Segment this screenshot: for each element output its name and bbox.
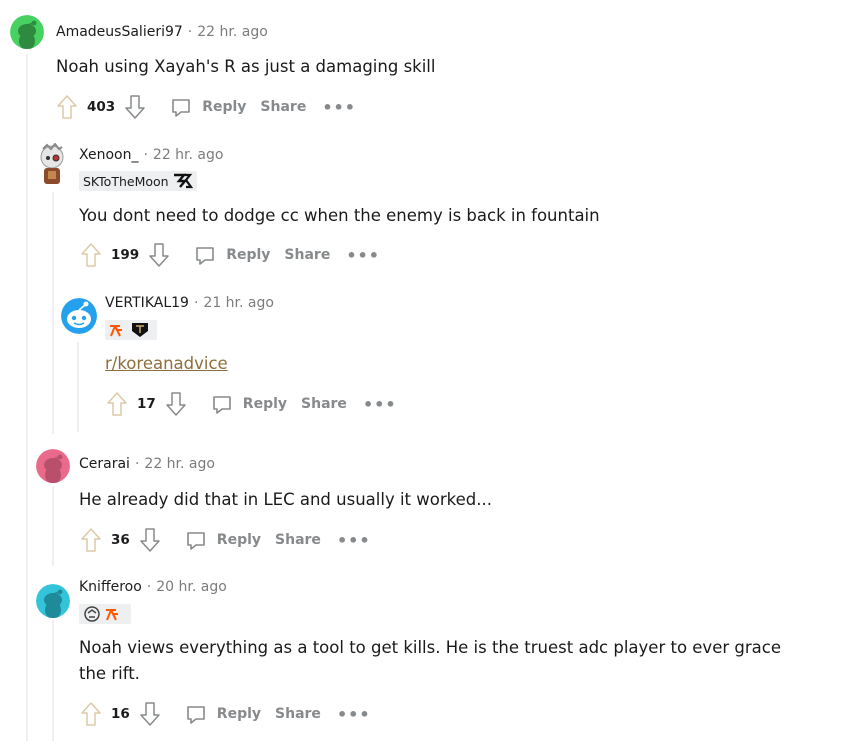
- subreddit-link[interactable]: r/koreanadvice: [105, 354, 228, 373]
- avatar[interactable]: [35, 143, 71, 187]
- comment-body: r/koreanadvice: [105, 351, 228, 377]
- downvote-icon[interactable]: [164, 390, 188, 418]
- reply-button[interactable]: Reply: [184, 702, 261, 726]
- user-flair: SKToTheMoon: [79, 171, 197, 191]
- comment-bubble-icon: [196, 247, 214, 265]
- avatar[interactable]: [61, 298, 97, 334]
- comment-bubble-icon: [172, 99, 190, 117]
- reply-button[interactable]: Reply: [193, 243, 270, 267]
- author-name[interactable]: VERTIKAL19: [105, 295, 189, 311]
- comment-body-line: the rift.: [79, 664, 140, 683]
- thread-line[interactable]: [26, 54, 28, 741]
- share-button[interactable]: Share: [284, 247, 330, 263]
- thread-line[interactable]: [52, 192, 54, 434]
- more-options-icon[interactable]: •••: [363, 395, 397, 414]
- comment-body: Noah views everything as a tool to get k…: [79, 635, 781, 687]
- author-name[interactable]: Xenoon_: [79, 147, 138, 163]
- user-flair: [79, 604, 131, 624]
- more-options-icon[interactable]: •••: [337, 705, 371, 724]
- upvote-icon[interactable]: [105, 390, 129, 418]
- avatar[interactable]: [10, 15, 44, 49]
- comment-actions: 17 Reply Share •••: [105, 389, 397, 419]
- author-name[interactable]: Cerarai: [79, 456, 130, 472]
- vote-score: 17: [137, 396, 156, 412]
- upvote-icon[interactable]: [79, 241, 103, 269]
- comment-actions: 36 Reply Share •••: [79, 525, 371, 555]
- character-avatar-icon: [40, 143, 64, 184]
- upvote-icon[interactable]: [55, 93, 79, 121]
- reply-button[interactable]: Reply: [169, 95, 246, 119]
- snoo-avatar-icon: [61, 298, 97, 334]
- thread-line[interactable]: [77, 342, 79, 432]
- thread-line[interactable]: [52, 486, 54, 566]
- comment-bubble-icon: [186, 706, 205, 724]
- share-button[interactable]: Share: [301, 396, 347, 412]
- user-flair: [105, 320, 157, 340]
- comment-timestamp[interactable]: 21 hr. ago: [203, 295, 274, 311]
- more-options-icon[interactable]: •••: [346, 246, 380, 265]
- comment-meta: Xenoon_ · 22 hr. ago: [79, 147, 223, 163]
- share-button[interactable]: Share: [260, 99, 306, 115]
- comment-actions: 199 Reply Share •••: [79, 240, 380, 270]
- meta-separator: ·: [143, 147, 148, 163]
- downvote-icon[interactable]: [147, 241, 171, 269]
- meta-separator: ·: [193, 295, 199, 311]
- comment-body-line: Noah views everything as a tool to get k…: [79, 638, 781, 657]
- snoo-avatar-icon: [10, 15, 44, 49]
- comment-bubble-icon: [186, 532, 205, 550]
- reply-button[interactable]: Reply: [184, 528, 261, 552]
- vote-score: 199: [111, 247, 140, 263]
- flair-text: SKToTheMoon: [83, 173, 169, 189]
- comment-timestamp[interactable]: 22 hr. ago: [197, 24, 268, 40]
- share-button[interactable]: Share: [275, 706, 321, 722]
- comment-timestamp[interactable]: 20 hr. ago: [156, 579, 227, 595]
- meta-separator: ·: [187, 24, 193, 40]
- comment-actions: 16 Reply Share •••: [79, 699, 371, 729]
- reply-label: Reply: [226, 247, 271, 263]
- reply-label: Reply: [202, 99, 247, 115]
- more-options-icon[interactable]: •••: [337, 531, 371, 550]
- comment-meta: VERTIKAL19 · 21 hr. ago: [105, 295, 274, 311]
- comment-actions: 403 Reply Share •••: [55, 92, 356, 122]
- snoo-avatar-icon: [36, 584, 70, 618]
- downvote-icon[interactable]: [123, 93, 147, 121]
- thread-line[interactable]: [52, 620, 54, 741]
- comment-body: He already did that in LEC and usually i…: [79, 490, 492, 509]
- comment-timestamp[interactable]: 22 hr. ago: [153, 147, 224, 163]
- upvote-icon[interactable]: [79, 700, 103, 728]
- comment-timestamp[interactable]: 22 hr. ago: [144, 456, 215, 472]
- snoo-avatar-icon: [36, 449, 70, 483]
- avatar[interactable]: [36, 584, 70, 618]
- author-name[interactable]: AmadeusSalieri97: [56, 24, 183, 40]
- team-logos-icon: [110, 323, 148, 337]
- comment-bubble-icon: [212, 396, 231, 414]
- downvote-icon[interactable]: [138, 700, 162, 728]
- avatar[interactable]: [36, 449, 70, 483]
- meta-separator: ·: [146, 579, 152, 595]
- comment-meta: Knifferoo · 20 hr. ago: [79, 579, 227, 595]
- sk-logo-icon: [173, 173, 193, 189]
- vote-score: 403: [87, 99, 116, 115]
- comment-meta: Cerarai · 22 hr. ago: [79, 456, 215, 472]
- vote-score: 16: [111, 706, 130, 722]
- downvote-icon[interactable]: [138, 526, 162, 554]
- reply-label: Reply: [216, 706, 262, 722]
- share-button[interactable]: Share: [275, 532, 321, 548]
- upvote-icon[interactable]: [79, 526, 103, 554]
- meta-separator: ·: [134, 456, 140, 472]
- comment-meta: AmadeusSalieri97 · 22 hr. ago: [56, 24, 268, 40]
- reply-button[interactable]: Reply: [210, 392, 287, 416]
- vote-score: 36: [111, 532, 130, 548]
- team-logos-icon: [84, 606, 118, 622]
- author-name[interactable]: Knifferoo: [79, 579, 142, 595]
- reply-label: Reply: [216, 532, 262, 548]
- reply-label: Reply: [242, 396, 288, 412]
- comment-body: You dont need to dodge cc when the enemy…: [79, 206, 600, 225]
- comment-body: Noah using Xayah's R as just a damaging …: [56, 57, 436, 76]
- more-options-icon[interactable]: •••: [322, 98, 356, 117]
